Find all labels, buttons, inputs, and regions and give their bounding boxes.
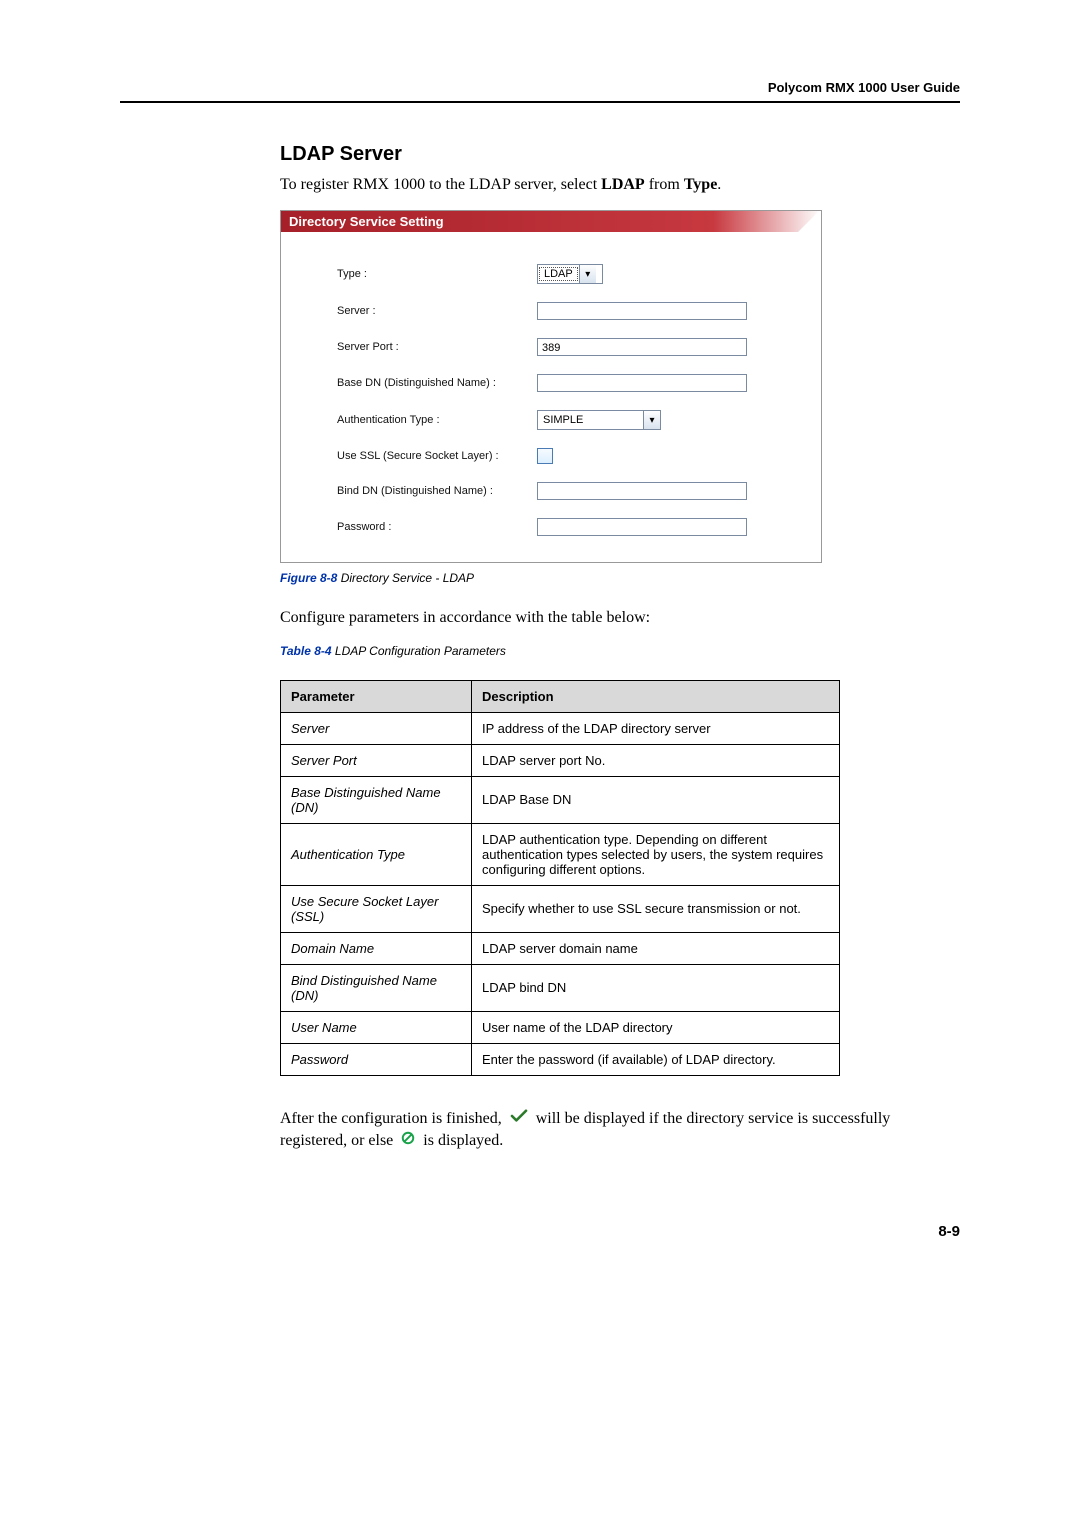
password-input[interactable] bbox=[537, 518, 747, 536]
th-description: Description bbox=[472, 680, 840, 712]
intro-paragraph: To register RMX 1000 to the LDAP server,… bbox=[280, 174, 960, 196]
table-caption: Table 8-4 LDAP Configuration Parameters bbox=[280, 644, 960, 658]
directory-service-panel: Directory Service Setting Type : LDAP ▾ … bbox=[280, 210, 822, 563]
form-area: Type : LDAP ▾ Server : Server Port : 389… bbox=[281, 244, 821, 562]
td-desc: Specify whether to use SSL secure transm… bbox=[472, 885, 840, 932]
table-row: Server PortLDAP server port No. bbox=[281, 744, 840, 776]
row-server: Server : bbox=[337, 302, 801, 320]
label-use-ssl: Use SSL (Secure Socket Layer) : bbox=[337, 450, 537, 462]
figure-caption-text: Directory Service - LDAP bbox=[337, 571, 474, 585]
config-table: Parameter Description ServerIP address o… bbox=[280, 680, 840, 1076]
row-use-ssl: Use SSL (Secure Socket Layer) : bbox=[337, 448, 801, 464]
table-row: PasswordEnter the password (if available… bbox=[281, 1043, 840, 1075]
prohibit-icon bbox=[401, 1130, 415, 1152]
td-param: Base Distinguished Name (DN) bbox=[281, 776, 472, 823]
type-select-value: LDAP bbox=[539, 267, 578, 281]
label-server: Server : bbox=[337, 305, 537, 317]
table-row: Base Distinguished Name (DN)LDAP Base DN bbox=[281, 776, 840, 823]
after-paragraph: After the configuration is finished, wil… bbox=[280, 1108, 960, 1153]
row-server-port: Server Port : 389 bbox=[337, 338, 801, 356]
content-area: LDAP Server To register RMX 1000 to the … bbox=[280, 143, 960, 1240]
panel-spacer bbox=[281, 232, 821, 244]
td-param: Server bbox=[281, 712, 472, 744]
configure-line: Configure parameters in accordance with … bbox=[280, 607, 960, 629]
figure-caption: Figure 8-8 Directory Service - LDAP bbox=[280, 571, 960, 585]
auth-type-select[interactable]: SIMPLE ▾ bbox=[537, 410, 661, 430]
intro-text-post: . bbox=[717, 176, 721, 193]
table-row: User NameUser name of the LDAP directory bbox=[281, 1011, 840, 1043]
td-desc: Enter the password (if available) of LDA… bbox=[472, 1043, 840, 1075]
server-input[interactable] bbox=[537, 302, 747, 320]
after-text-3: is displayed. bbox=[423, 1132, 503, 1149]
intro-text-mid: from bbox=[645, 176, 684, 193]
intro-text: To register RMX 1000 to the LDAP server,… bbox=[280, 176, 601, 193]
checkmark-icon bbox=[510, 1108, 528, 1130]
td-desc: LDAP server port No. bbox=[472, 744, 840, 776]
after-text-1: After the configuration is finished, bbox=[280, 1110, 506, 1127]
label-password: Password : bbox=[337, 521, 537, 533]
table-caption-text: LDAP Configuration Parameters bbox=[332, 644, 506, 658]
use-ssl-checkbox[interactable] bbox=[537, 448, 553, 464]
row-bind-dn: Bind DN (Distinguished Name) : bbox=[337, 482, 801, 500]
figure-caption-label: Figure 8-8 bbox=[280, 571, 337, 585]
td-param: Server Port bbox=[281, 744, 472, 776]
bind-dn-input[interactable] bbox=[537, 482, 747, 500]
td-desc: LDAP Base DN bbox=[472, 776, 840, 823]
chevron-down-icon: ▾ bbox=[579, 265, 596, 283]
table-header-row: Parameter Description bbox=[281, 680, 840, 712]
label-bind-dn: Bind DN (Distinguished Name) : bbox=[337, 485, 537, 497]
table-caption-label: Table 8-4 bbox=[280, 644, 332, 658]
chevron-down-icon: ▾ bbox=[643, 411, 660, 429]
row-base-dn: Base DN (Distinguished Name) : bbox=[337, 374, 801, 392]
td-desc: LDAP server domain name bbox=[472, 932, 840, 964]
label-base-dn: Base DN (Distinguished Name) : bbox=[337, 377, 537, 389]
row-type: Type : LDAP ▾ bbox=[337, 264, 801, 284]
auth-type-select-value: SIMPLE bbox=[539, 414, 642, 426]
td-param: Domain Name bbox=[281, 932, 472, 964]
label-type: Type : bbox=[337, 268, 537, 280]
label-server-port: Server Port : bbox=[337, 341, 537, 353]
intro-bold-ldap: LDAP bbox=[601, 176, 645, 193]
td-desc: LDAP bind DN bbox=[472, 964, 840, 1011]
type-select[interactable]: LDAP ▾ bbox=[537, 264, 603, 284]
label-auth-type: Authentication Type : bbox=[337, 414, 537, 426]
td-param: User Name bbox=[281, 1011, 472, 1043]
td-param: Use Secure Socket Layer (SSL) bbox=[281, 885, 472, 932]
td-param: Authentication Type bbox=[281, 823, 472, 885]
td-desc: LDAP authentication type. Depending on d… bbox=[472, 823, 840, 885]
table-row: ServerIP address of the LDAP directory s… bbox=[281, 712, 840, 744]
row-password: Password : bbox=[337, 518, 801, 536]
page-number: 8-9 bbox=[280, 1223, 960, 1240]
td-desc: User name of the LDAP directory bbox=[472, 1011, 840, 1043]
table-row: Domain NameLDAP server domain name bbox=[281, 932, 840, 964]
header-rule bbox=[120, 101, 960, 103]
table-row: Bind Distinguished Name (DN)LDAP bind DN bbox=[281, 964, 840, 1011]
td-param: Bind Distinguished Name (DN) bbox=[281, 964, 472, 1011]
table-row: Authentication TypeLDAP authentication t… bbox=[281, 823, 840, 885]
th-parameter: Parameter bbox=[281, 680, 472, 712]
section-title: LDAP Server bbox=[280, 143, 960, 166]
panel-titlebar: Directory Service Setting bbox=[281, 211, 821, 232]
row-auth-type: Authentication Type : SIMPLE ▾ bbox=[337, 410, 801, 430]
base-dn-input[interactable] bbox=[537, 374, 747, 392]
page: Polycom RMX 1000 User Guide LDAP Server … bbox=[0, 0, 1080, 1300]
td-desc: IP address of the LDAP directory server bbox=[472, 712, 840, 744]
table-row: Use Secure Socket Layer (SSL)Specify whe… bbox=[281, 885, 840, 932]
intro-bold-type: Type bbox=[684, 176, 717, 193]
running-header: Polycom RMX 1000 User Guide bbox=[120, 80, 960, 95]
td-param: Password bbox=[281, 1043, 472, 1075]
server-port-input[interactable]: 389 bbox=[537, 338, 747, 356]
